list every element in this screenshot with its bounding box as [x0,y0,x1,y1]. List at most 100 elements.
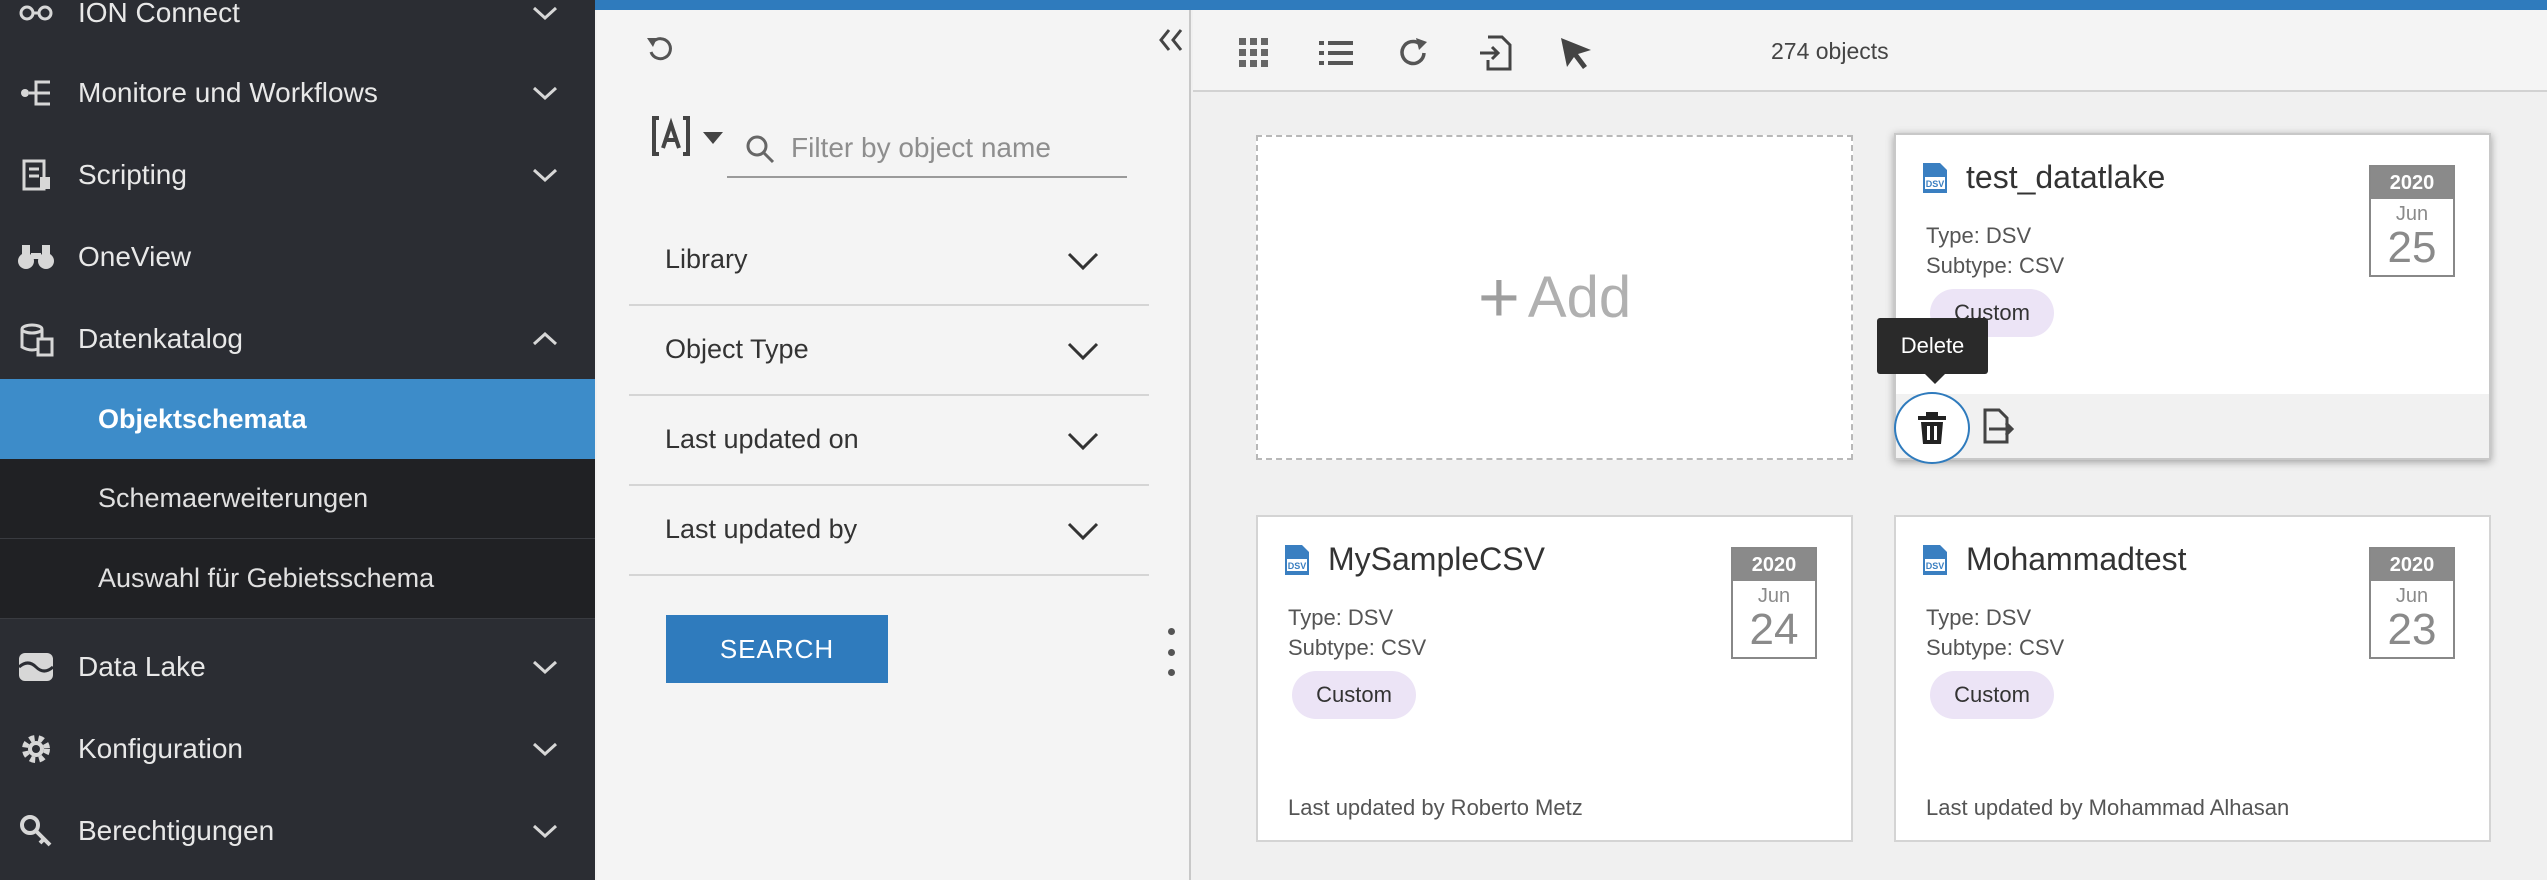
dropdown-caret-icon[interactable] [703,132,723,144]
import-icon[interactable] [1475,32,1517,74]
sub-item-schemaerweiterungen[interactable]: Schemaerweiterungen [0,459,595,539]
nav-item-data-lake[interactable]: Data Lake [0,626,595,708]
facet-label: Last updated by [665,514,858,544]
card-subtype: Subtype: CSV [1926,253,2065,278]
sub-item-label: Auswahl für Gebietsschema [98,563,435,593]
nav-item-label: Berechtigungen [78,815,275,846]
database-icon [16,319,56,359]
facet-object-type[interactable]: Object Type [629,306,1149,396]
chevron-down-icon [525,729,565,769]
binoculars-icon [16,237,56,277]
nav-item-ion-connect[interactable]: ION Connect [0,0,595,54]
collapse-panel-icon[interactable] [1153,22,1189,58]
facet-label: Object Type [665,334,809,364]
facet-library[interactable]: Library [629,216,1149,306]
last-updated-by: Last updated by Mohammad Alhasan [1926,795,2290,820]
add-label: Add [1527,265,1632,330]
card-type: Type: DSV [1926,605,2032,630]
nav-item-oneview[interactable]: OneView [0,216,595,298]
date-year: 2020 [2371,549,2453,581]
filter-panel: Library Object Type Last updated on Last… [597,10,1191,880]
object-type-icon[interactable] [651,114,691,158]
object-card[interactable]: DSV MySampleCSV Type: DSV Subtype: CSV C… [1256,515,1853,842]
chevron-down-icon [1063,420,1103,460]
chevron-down-icon [525,0,565,33]
date-year: 2020 [2371,167,2453,199]
nav-item-label: Konfiguration [78,733,244,764]
card-actions [1894,392,2489,464]
sub-item-auswahl-gebietsschema[interactable]: Auswahl für Gebietsschema [0,539,595,619]
delete-tooltip: Delete [1877,318,1988,384]
dsv-file-icon: DSV [1920,543,1950,577]
search-icon [745,134,775,164]
date-day: 25 [2387,223,2437,272]
side-navigation: ION Connect Monitore und Workflows Scrip… [0,0,595,880]
object-count: 274 objects [1771,38,1889,64]
search-field [727,120,1127,178]
card-type: Type: DSV [1926,223,2032,248]
plus-icon: + [1477,257,1520,338]
card-type: Type: DSV [1288,605,1394,630]
key-icon [16,811,56,851]
chevron-down-icon [1063,330,1103,370]
connect-icon [16,0,56,33]
date-badge: 2020 Jun 24 [1731,547,1817,659]
chevron-down-icon [1063,510,1103,550]
svg-text:DSV: DSV [1926,561,1945,571]
object-card[interactable]: DSV test_datatlake Type: DSV Subtype: CS… [1894,133,2491,464]
nav-item-berechtigungen[interactable]: Berechtigungen [0,790,595,872]
facet-label: Last updated on [665,424,859,454]
search-button[interactable]: SEARCH [666,615,888,683]
select-pointer-icon[interactable] [1555,32,1597,74]
script-icon [16,155,56,195]
card-title[interactable]: Mohammadtest [1966,541,2187,578]
toolbar: 274 objects [1193,10,2547,92]
custom-badge: Custom [1292,671,1416,719]
workflow-icon [16,73,56,113]
search-input[interactable] [791,128,1121,168]
top-accent-bar [595,0,2547,10]
sub-item-label: Objektschemata [98,403,307,434]
object-card[interactable]: DSV Mohammadtest Type: DSV Subtype: CSV … [1894,515,2491,842]
nav-item-scripting[interactable]: Scripting [0,134,595,216]
export-icon[interactable] [1978,406,2018,446]
nav-item-datenkatalog[interactable]: Datenkatalog [0,298,595,380]
more-options-icon[interactable] [1165,628,1177,676]
chevron-down-icon [1063,240,1103,280]
nav-item-label: ION Connect [78,0,240,28]
reset-filter-icon[interactable] [641,30,681,70]
chevron-down-icon [525,73,565,113]
nav-item-konfiguration[interactable]: Konfiguration [0,708,595,790]
delete-button[interactable] [1894,392,1970,464]
nav-item-label: Datenkatalog [78,323,244,354]
facet-last-updated-on[interactable]: Last updated on [629,396,1149,486]
custom-badge: Custom [1930,671,2054,719]
sub-item-objektschemata[interactable]: Objektschemata [0,379,595,459]
date-day: 24 [1749,605,1799,654]
card-subtype: Subtype: CSV [1926,635,2065,660]
nav-item-label: OneView [78,241,192,272]
grid-view-icon[interactable] [1233,32,1275,74]
nav-item-monitore-workflows[interactable]: Monitore und Workflows [0,52,595,134]
list-view-icon[interactable] [1315,32,1357,74]
trash-icon [1918,412,1946,444]
facet-label: Library [665,244,748,274]
date-badge: 2020 Jun 25 [2369,165,2455,277]
svg-text:DSV: DSV [1926,179,1945,189]
date-year: 2020 [1733,549,1815,581]
nav-item-label: Data Lake [78,651,206,682]
chevron-down-icon [525,155,565,195]
chevron-up-icon [525,319,565,359]
last-updated-by: Last updated by Roberto Metz [1288,795,1583,820]
refresh-icon[interactable] [1393,32,1435,74]
facet-last-updated-by[interactable]: Last updated by [629,486,1149,576]
lake-icon [16,647,56,687]
chevron-down-icon [525,811,565,851]
add-object-card[interactable]: + Add [1256,135,1853,460]
dsv-file-icon: DSV [1920,161,1950,195]
card-title[interactable]: test_datatlake [1966,159,2165,196]
date-day: 23 [2387,605,2437,654]
nav-item-label: Scripting [78,159,187,190]
svg-text:DSV: DSV [1288,561,1307,571]
card-title[interactable]: MySampleCSV [1328,541,1545,578]
